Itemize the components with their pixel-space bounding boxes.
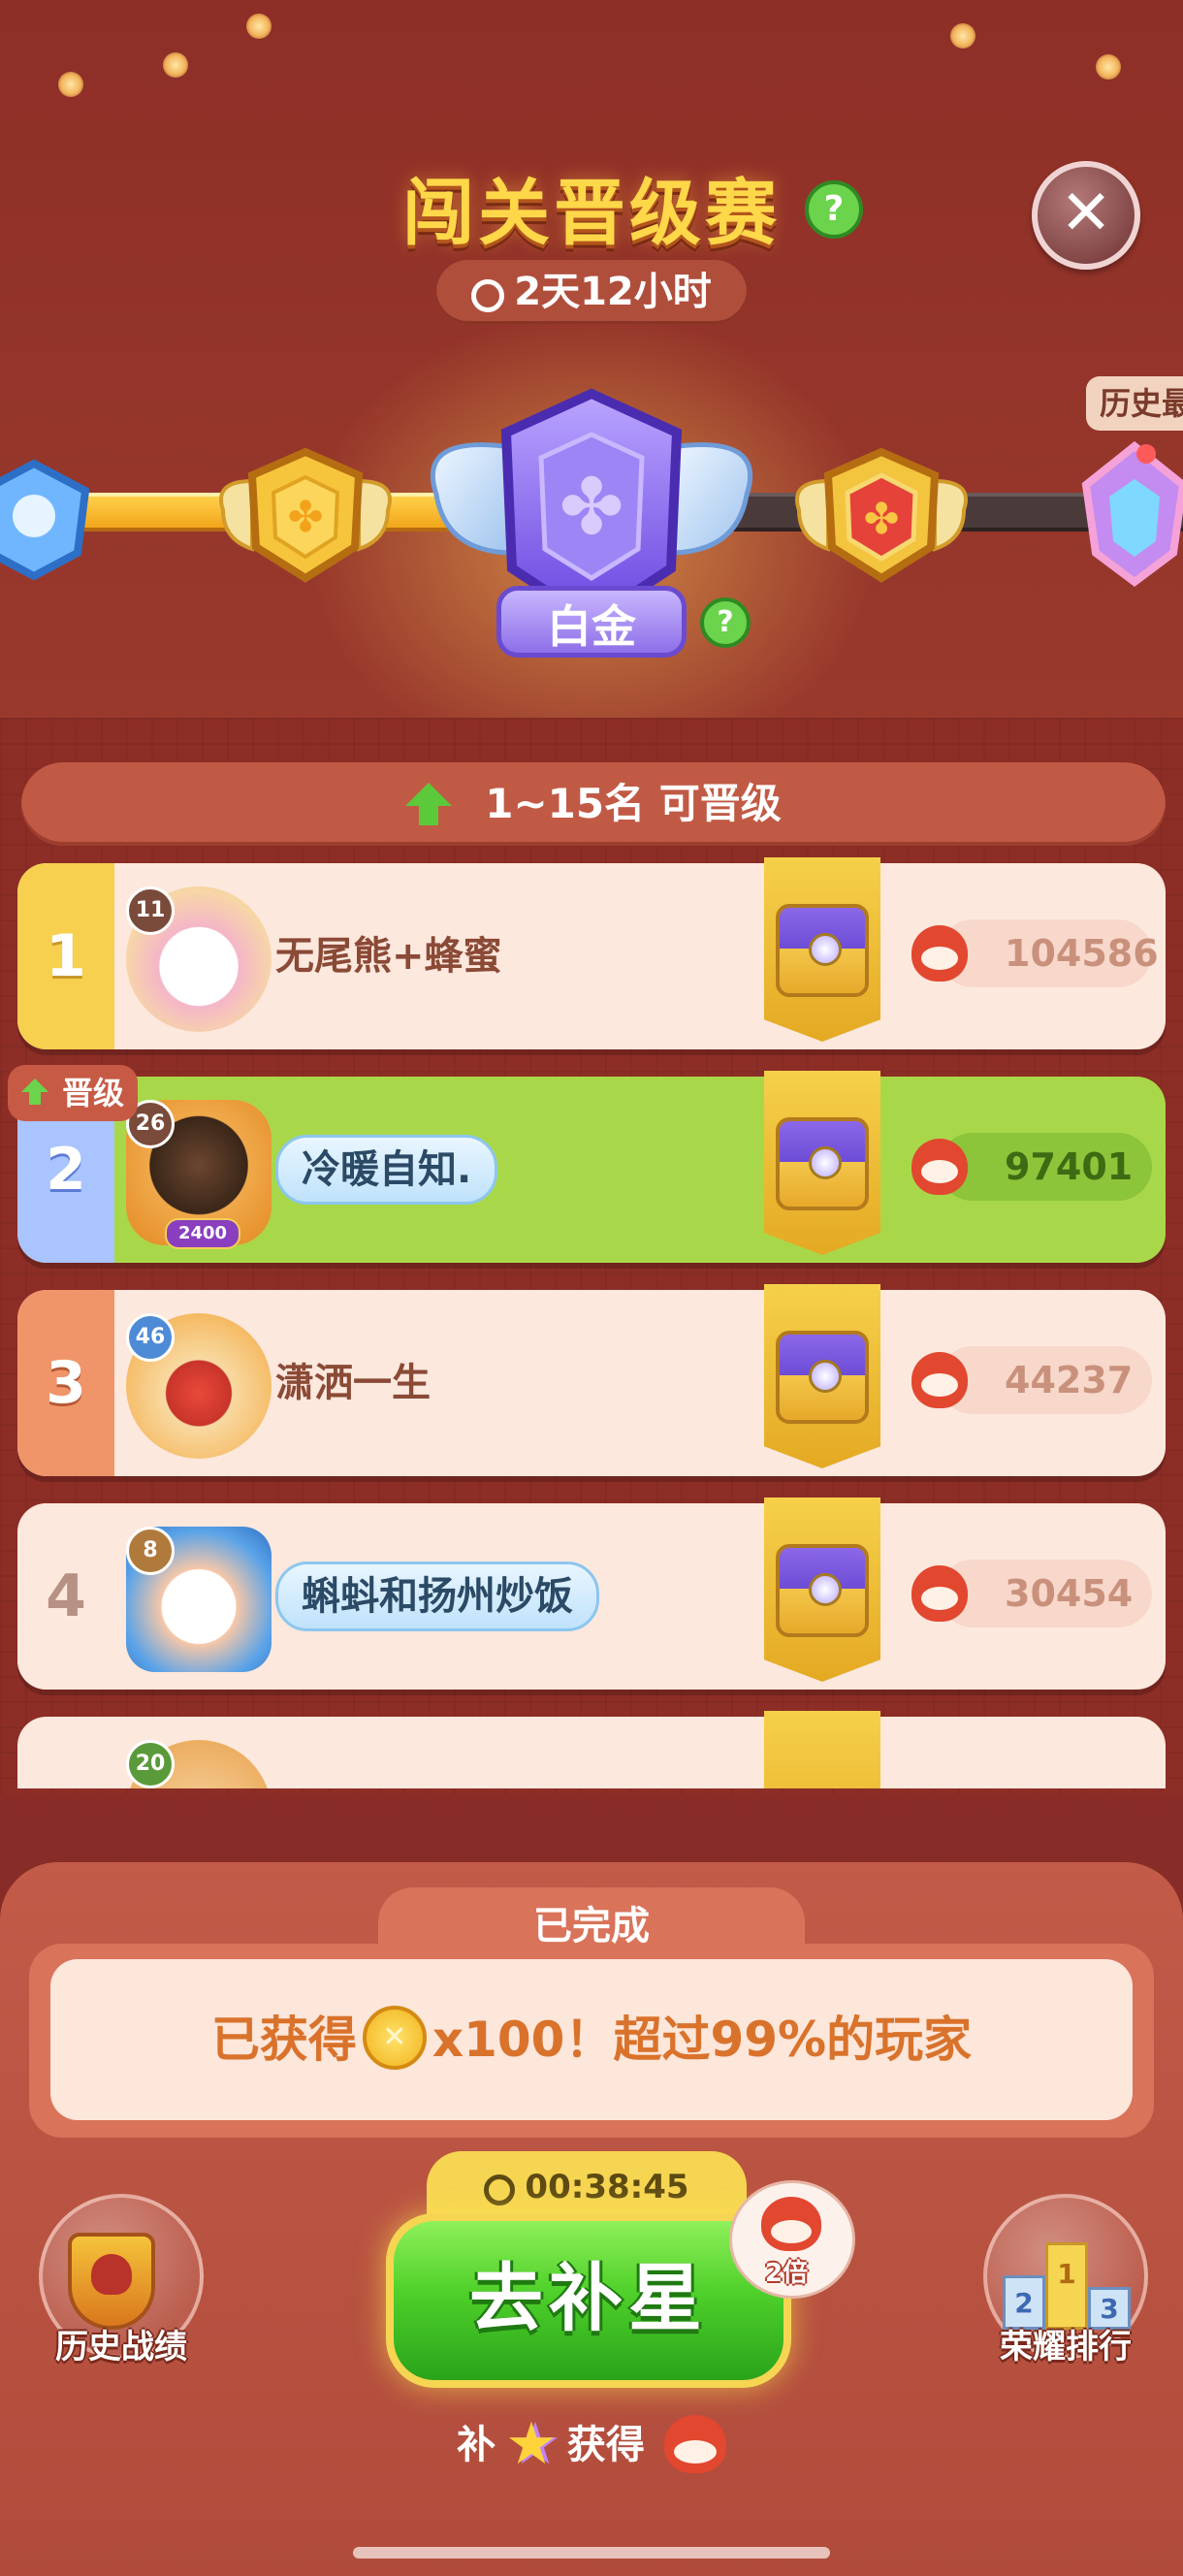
up-arrow-icon [21,1079,48,1105]
svg-text:✤: ✤ [864,495,900,544]
level-badge: 11 [126,886,175,935]
svg-text:✤: ✤ [559,462,623,552]
table-row[interactable]: 20 [17,1711,1166,1788]
double-reward-badge: 2倍 [729,2180,855,2299]
star-icon: ★ [505,2410,558,2478]
player-name: 蝌蚪和扬州炒饭 [275,1562,599,1631]
tier-help-icon[interactable]: ? [700,597,751,648]
score-pill: 44237 [911,1346,1152,1414]
fox-icon [911,1565,968,1622]
coin-icon [362,2006,427,2070]
home-indicator[interactable] [353,2547,830,2559]
promote-tag: 晋级 [8,1065,138,1121]
go-button-timer: 00:38:45 [427,2151,747,2221]
page-title: 闯关晋级赛 [402,172,781,255]
reward-ribbon [764,1711,880,1788]
table-row[interactable]: 2 26 2400 冷暖自知. 97401 [17,1071,1166,1263]
score-value: 30454 [1005,1572,1134,1615]
diamond-tier-badge-partial [0,459,90,581]
trophy-icon [68,2233,155,2330]
svg-text:✤: ✤ [288,493,324,542]
honor-ranking-label: 荣耀排行 [1000,2328,1132,2367]
close-button[interactable]: ✕ [1032,161,1140,270]
fox-icon [911,1352,968,1408]
player-name: 无尾熊+蜂蜜 [275,934,502,979]
promote-tag-text: 晋级 [61,1075,124,1111]
avatar-frame-badge: 2400 [165,1218,240,1249]
rank-number: 3 [17,1290,114,1476]
reward-message: 已获得 x100！超过99%的玩家 [50,1959,1133,2120]
clock-icon [471,279,505,312]
diamond-tier-badge-next [1081,440,1183,587]
player-name: 潇洒一生 [275,1361,431,1405]
note-prefix: 补 [457,2423,496,2467]
player-name-wrapper: 冷暖自知. [275,1077,498,1263]
rank-number: 4 [17,1503,114,1690]
leaderboard-list[interactable]: 1 11 无尾熊+蜂蜜 104586 2 26 2400 冷暖自知. 97401… [0,853,1183,1788]
treasure-chest-icon[interactable] [776,904,869,997]
rank-number: 1 [17,863,114,1049]
history-best-tag: 历史最 [1086,376,1183,431]
table-row[interactable]: 3 46 潇洒一生 44237 [17,1284,1166,1476]
reward-prefix: 已获得 [210,2012,357,2068]
promotion-banner: 1~15名 可晋级 [21,762,1166,846]
table-row[interactable]: 1 11 无尾熊+蜂蜜 104586 [17,857,1166,1049]
treasure-chest-icon[interactable] [776,1117,869,1210]
title-help-icon[interactable]: ? [805,180,863,239]
promotion-text: 1~15名 可晋级 [485,780,782,827]
treasure-chest-icon[interactable] [776,1544,869,1637]
fox-icon [911,1139,968,1195]
level-badge: 46 [126,1313,175,1362]
player-name-wrapper: 蝌蚪和扬州炒饭 [275,1503,599,1690]
player-name: 冷暖自知. [275,1135,498,1205]
score-value: 97401 [1005,1145,1134,1188]
double-label: 2倍 [765,2259,809,2288]
fox-icon [911,925,968,982]
score-value: 104586 [1005,932,1159,975]
up-arrow-icon [405,783,453,825]
fox-icon [663,2415,726,2473]
countdown-text: 2天12小时 [514,270,712,314]
ruby-tier-badge: ✤ [795,447,968,583]
history-record-label: 历史战绩 [55,2328,187,2367]
note-middle: 获得 [566,2423,645,2467]
reward-amount: x100 [432,2012,565,2068]
fox-icon [761,2197,821,2251]
score-pill: 30454 [911,1560,1152,1627]
treasure-chest-icon[interactable] [776,1331,869,1424]
decor-lights [0,0,1183,136]
go-timer-text: 00:38:45 [525,2168,689,2206]
clock-icon [484,2174,516,2206]
level-badge: 20 [126,1740,175,1788]
gold-tier-badge: ✤ [219,447,392,583]
score-pill: 97401 [911,1133,1152,1201]
table-row[interactable]: 4 8 蝌蚪和扬州炒饭 30454 [17,1497,1166,1690]
score-pill: 104586 [911,919,1159,987]
podium-icon: 2 1 3 [1003,2237,1135,2330]
current-tier-label: 白金 [496,586,687,658]
reward-suffix: ！超过99%的玩家 [564,2012,973,2068]
score-value: 44237 [1005,1359,1134,1401]
countdown-pill: 2天12小时 [436,260,747,324]
bottom-note: 补 ★ 获得 [0,2415,1183,2474]
level-badge: 8 [126,1527,175,1575]
